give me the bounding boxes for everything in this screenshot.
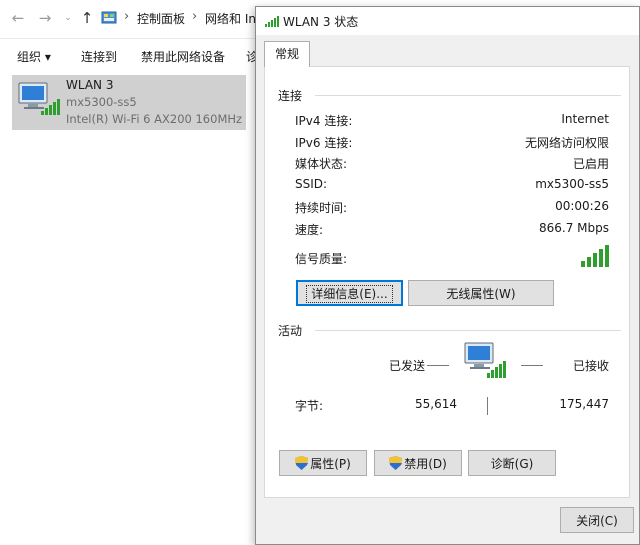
forward-arrow-icon[interactable]: →	[37, 9, 53, 27]
received-label: 已接收	[573, 359, 610, 373]
network-activity-icon	[464, 342, 506, 378]
recent-locations-dropdown-icon[interactable]: ⌄	[60, 9, 76, 27]
speed-label: 速度:	[295, 223, 324, 237]
breadcrumb-separator: ›	[124, 9, 130, 24]
close-button[interactable]: 关闭(C)	[560, 507, 634, 533]
uac-shield-icon	[295, 456, 309, 470]
wireless-adapter-icon	[18, 82, 60, 115]
connect-to-button[interactable]: 连接到	[81, 48, 117, 65]
connection-group-title: 连接	[278, 89, 303, 103]
details-button[interactable]: 详细信息(E)...	[296, 280, 403, 306]
media-state-label: 媒体状态:	[295, 157, 348, 171]
activity-group-title: 活动	[278, 324, 303, 338]
adapter-name: WLAN 3	[66, 78, 114, 92]
adapter-network-name: mx5300-ss5	[66, 95, 137, 109]
received-dash	[521, 365, 543, 366]
signal-quality-label: 信号质量:	[295, 252, 348, 266]
ipv4-value: Internet	[561, 112, 609, 126]
breadcrumb-separator: ›	[192, 9, 198, 24]
diagnose-button[interactable]: 诊断(G)	[468, 450, 556, 476]
group-divider	[315, 95, 621, 96]
organize-menu[interactable]: 组织 ▾	[17, 48, 51, 65]
adapter-list-item-wlan3[interactable]: WLAN 3 mx5300-ss5 Intel(R) Wi-Fi 6 AX200…	[12, 75, 246, 130]
dialog-titlebar[interactable]: WLAN 3 状态	[256, 7, 639, 35]
signal-strength-icon	[265, 16, 279, 27]
breadcrumb-control-panel[interactable]: 控制面板	[137, 10, 185, 27]
dialog-title: WLAN 3 状态	[283, 15, 359, 29]
uac-shield-icon	[389, 456, 403, 470]
properties-button[interactable]: 属性(P)	[279, 450, 367, 476]
adapter-device-name: Intel(R) Wi-Fi 6 AX200 160MHz	[66, 112, 243, 126]
ssid-value: mx5300-ss5	[535, 177, 609, 191]
bytes-received-value: 175,447	[559, 397, 609, 411]
bytes-label: 字节:	[295, 399, 324, 413]
ipv6-label: IPv6 连接:	[295, 136, 353, 150]
general-tab-panel: 连接 IPv4 连接: Internet IPv6 连接: 无网络访问权限 媒体…	[264, 66, 630, 498]
wlan-status-dialog: WLAN 3 状态 常规 连接 IPv4 连接: Internet IPv6 连…	[255, 6, 640, 545]
sent-dash	[427, 365, 449, 366]
disable-device-button[interactable]: 禁用此网络设备	[141, 48, 225, 65]
duration-label: 持续时间:	[295, 201, 348, 215]
ipv4-label: IPv4 连接:	[295, 114, 353, 128]
sent-label: 已发送	[389, 359, 426, 373]
disable-button[interactable]: 禁用(D)	[374, 450, 462, 476]
group-divider	[315, 330, 621, 331]
ipv6-value: 无网络访问权限	[524, 136, 609, 150]
speed-value: 866.7 Mbps	[538, 221, 609, 235]
duration-value: 00:00:26	[555, 199, 609, 213]
breadcrumb-network-internet[interactable]: 网络和 Int	[205, 10, 261, 27]
signal-quality-icon	[581, 245, 609, 267]
bytes-sent-value: 55,614	[415, 397, 457, 411]
back-arrow-icon[interactable]: ←	[10, 9, 26, 27]
ssid-label: SSID:	[295, 177, 328, 191]
wireless-properties-button[interactable]: 无线属性(W)	[408, 280, 554, 306]
control-panel-icon	[101, 11, 117, 24]
tab-general[interactable]: 常规	[264, 41, 310, 67]
up-arrow-icon[interactable]: ↑	[79, 9, 95, 27]
media-state-value: 已启用	[572, 157, 609, 171]
bytes-separator	[487, 397, 488, 415]
